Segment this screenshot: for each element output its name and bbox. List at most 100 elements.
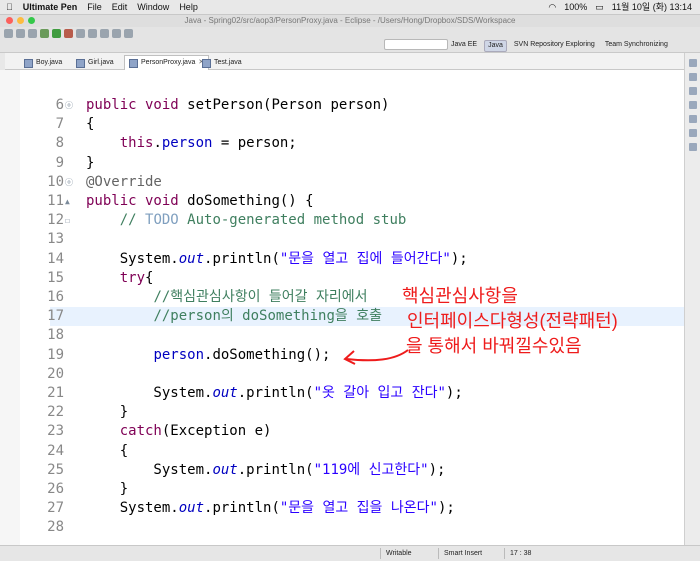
- code-token: );: [437, 500, 455, 517]
- menu-file[interactable]: File: [87, 0, 102, 14]
- code-text: //핵심관심사항이 들어갈 자리에서: [86, 288, 367, 307]
- code-line[interactable]: 12 ☐ // TODO Auto-generated method stub: [20, 211, 684, 230]
- new-icon[interactable]: [4, 29, 13, 38]
- quick-access-input[interactable]: [384, 39, 448, 50]
- code-token: try: [119, 269, 146, 286]
- tab-test-java[interactable]: Test.java: [202, 57, 242, 69]
- run-icon[interactable]: [52, 29, 61, 38]
- gutter-marker-icon[interactable]: ⓞ: [65, 96, 73, 115]
- print-icon[interactable]: [28, 29, 37, 38]
- perspective-switcher: Java EE Java SVN Repository Exploring Te…: [448, 40, 671, 52]
- line-number: 11: [47, 193, 64, 209]
- gutter-marker-icon[interactable]: ▲: [65, 192, 70, 211]
- code-token: .println(: [237, 385, 314, 401]
- problems-icon[interactable]: [689, 87, 697, 95]
- battery-icon[interactable]: ▭: [595, 0, 604, 14]
- progress-icon[interactable]: [689, 129, 697, 137]
- code-line[interactable]: 24 {: [20, 442, 684, 461]
- code-text: System.out.println("119에 신고한다");: [86, 461, 445, 480]
- code-text: //person의 doSomething을 호출: [86, 307, 382, 326]
- back-icon[interactable]: [112, 29, 121, 38]
- perspective-java-ee[interactable]: Java EE: [448, 40, 480, 52]
- code-editor[interactable]: 6 ⓞ public void setPerson(Person person) 7{…: [20, 70, 684, 545]
- code-text: public void doSomething() {: [86, 192, 314, 211]
- menu-edit[interactable]: Edit: [112, 0, 128, 14]
- tab-girl-java[interactable]: Girl.java: [76, 57, 114, 69]
- tab-boy-java[interactable]: Boy.java: [24, 57, 62, 69]
- annotation-line-3: 을 통해서 바꿔낄수있음: [406, 336, 582, 356]
- outline-icon[interactable]: [689, 59, 697, 67]
- code-token: //: [119, 212, 146, 229]
- battery-percent[interactable]: 100%: [564, 0, 587, 14]
- minimize-window-button[interactable]: [17, 17, 24, 24]
- search-icon[interactable]: [100, 29, 109, 38]
- status-separator: [380, 548, 381, 559]
- code-token: {: [145, 269, 154, 286]
- line-number: 14: [47, 250, 64, 267]
- code-line[interactable]: 25 System.out.println("119에 신고한다");: [20, 461, 684, 480]
- code-line[interactable]: 9}: [20, 154, 684, 173]
- search-view-icon[interactable]: [689, 143, 697, 151]
- code-line[interactable]: 14 System.out.println("문을 열고 집에 들어간다");: [20, 250, 684, 269]
- code-line[interactable]: 11 ▲ public void doSomething() {: [20, 192, 684, 211]
- code-line[interactable]: 6 ⓞ public void setPerson(Person person): [20, 96, 684, 115]
- code-line[interactable]: 10 ⓞ @Override: [20, 173, 684, 192]
- gutter-marker-icon[interactable]: ⓞ: [65, 173, 73, 192]
- external-tools-icon[interactable]: [64, 29, 73, 38]
- line-number: 21: [47, 385, 64, 401]
- line-number: 17: [47, 308, 64, 325]
- code-line[interactable]: 13: [20, 230, 684, 249]
- code-line[interactable]: 28: [20, 518, 684, 537]
- line-number: 19: [47, 346, 64, 363]
- code-token: out: [178, 500, 205, 517]
- code-token: System.: [86, 461, 213, 478]
- code-token: .println(: [204, 250, 280, 267]
- code-line[interactable]: 21 System.out.println("옷 갈아 입고 잔다");: [20, 384, 684, 403]
- gutter-marker-icon[interactable]: ☐: [65, 211, 70, 230]
- code-line[interactable]: 15 try{: [20, 269, 684, 288]
- wifi-icon[interactable]: ◠: [548, 0, 556, 14]
- close-window-button[interactable]: [6, 17, 13, 24]
- code-line[interactable]: 23 catch(Exception e): [20, 422, 684, 441]
- perspective-java[interactable]: Java: [484, 40, 507, 52]
- menu-window[interactable]: Window: [137, 0, 169, 14]
- code-line[interactable]: 7{: [20, 115, 684, 134]
- apple-icon[interactable]: : [6, 0, 13, 14]
- code-token: public void: [86, 193, 188, 209]
- code-line[interactable]: 19 person.doSomething();: [20, 346, 684, 365]
- perspective-svn[interactable]: SVN Repository Exploring: [511, 40, 598, 52]
- save-icon[interactable]: [16, 29, 25, 38]
- perspective-team-sync[interactable]: Team Synchronizing: [602, 40, 671, 52]
- javadoc-icon[interactable]: [689, 101, 697, 109]
- code-token: person: [153, 346, 205, 363]
- code-token: }: [86, 481, 129, 497]
- tab-personproxy-java[interactable]: PersonProxy.java✕: [124, 55, 210, 70]
- forward-icon[interactable]: [124, 29, 133, 38]
- toolbar-icons: [4, 29, 133, 38]
- open-type-icon[interactable]: [88, 29, 97, 38]
- code-token: Auto-generated method stub: [178, 212, 407, 229]
- code-token: {: [86, 116, 95, 133]
- debug-icon[interactable]: [40, 29, 49, 38]
- code-line[interactable]: 20: [20, 365, 684, 384]
- clock[interactable]: 11월 10일 (화) 13:14: [612, 0, 692, 14]
- code-line[interactable]: 26 }: [20, 480, 684, 499]
- annotation-line-1: 핵심관심사항을: [402, 286, 518, 306]
- code-line[interactable]: 22 }: [20, 403, 684, 422]
- code-line[interactable]: 27 System.out.println("문을 열고 집을 나온다");: [20, 499, 684, 518]
- code-token: .: [153, 135, 162, 152]
- code-text: System.out.println("문을 열고 집을 나온다");: [86, 499, 455, 518]
- app-name[interactable]: Ultimate Pen: [23, 0, 78, 14]
- window-titlebar: Java - Spring02/src/aop3/PersonProxy.jav…: [0, 15, 700, 27]
- code-line[interactable]: 8 this.person = person;: [20, 134, 684, 153]
- code-line[interactable]: 16 //핵심관심사항이 들어갈 자리에서: [20, 288, 684, 307]
- code-token: "문을 열고 집에 들어간다": [279, 250, 451, 267]
- zoom-window-button[interactable]: [28, 17, 35, 24]
- menu-help[interactable]: Help: [179, 0, 198, 14]
- window-controls: [6, 17, 35, 24]
- console-icon[interactable]: [689, 115, 697, 123]
- code-token: TODO: [145, 212, 179, 229]
- task-list-icon[interactable]: [689, 73, 697, 81]
- new-class-icon[interactable]: [76, 29, 85, 38]
